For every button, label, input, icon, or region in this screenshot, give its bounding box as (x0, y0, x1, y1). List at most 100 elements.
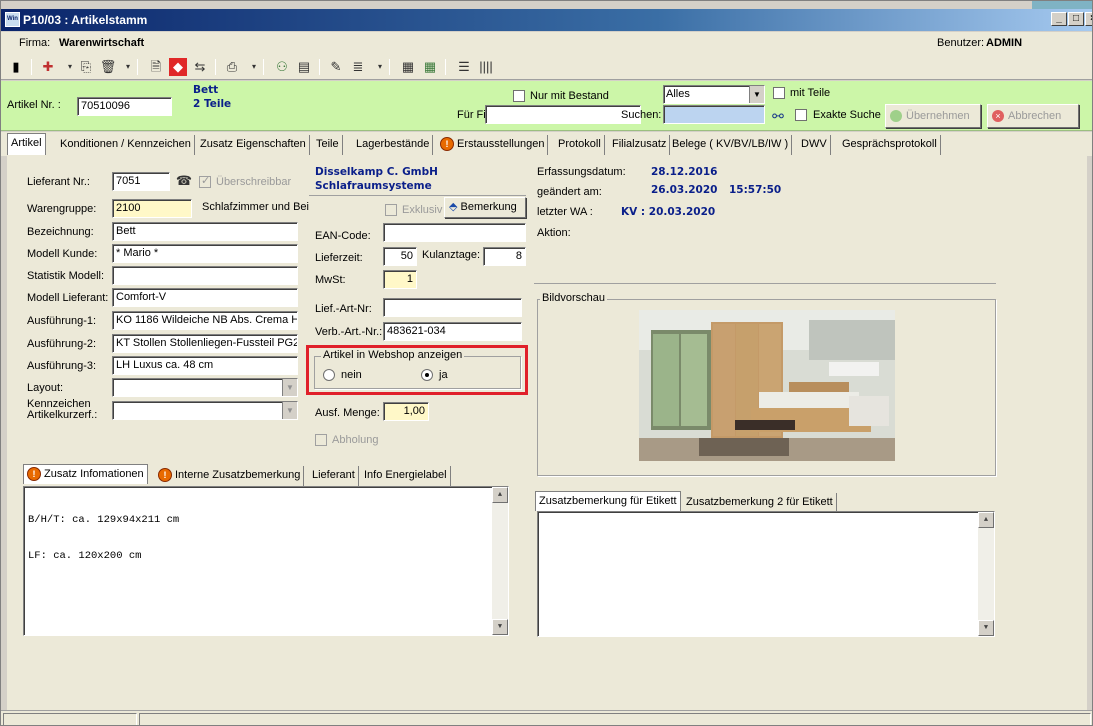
barcode-icon[interactable]: |||| (477, 58, 495, 76)
scroll-up-icon[interactable]: ▲ (492, 487, 508, 503)
scroll-up-icon[interactable]: ▲ (978, 512, 994, 528)
tab-belege[interactable]: Belege ( KV/BV/LB/IW ) (669, 135, 793, 155)
exclusive-checkbox[interactable] (385, 204, 397, 216)
tab-lagerbestaende[interactable]: Lagerbestände (353, 135, 434, 155)
close-button[interactable]: × (1085, 12, 1092, 26)
label-remark-textarea[interactable]: ▲ ▼ (537, 511, 995, 637)
chevron-down-icon[interactable]: ▼ (282, 402, 297, 419)
print-dropdown-icon[interactable]: ▾ (245, 58, 263, 76)
binoculars-icon[interactable]: ⚯ (769, 107, 787, 125)
maximize-button[interactable]: □ (1068, 12, 1084, 26)
supplier-name-2: Schlafraumsysteme (315, 180, 432, 192)
phone-icon[interactable]: ☎ (175, 172, 193, 190)
exit-icon[interactable]: ▮ (7, 58, 25, 76)
tab-artikel[interactable]: Artikel (7, 133, 46, 156)
edit-icon[interactable]: ✎ (327, 58, 345, 76)
tab-label-remark[interactable]: Zusatzbemerkung für Etikett (535, 491, 681, 511)
with-parts-label: mit Teile (790, 87, 831, 99)
car-icon[interactable]: ⇆ (191, 58, 209, 76)
scrollbar[interactable]: ▲ ▼ (978, 512, 994, 636)
vat-label: MwSt: (315, 274, 346, 286)
scroll-down-icon[interactable]: ▼ (978, 620, 994, 636)
users-icon[interactable]: ⚇ (273, 58, 291, 76)
ean-input[interactable] (383, 223, 526, 242)
overwrite-checkbox[interactable]: ✓ (199, 175, 211, 188)
copy-icon[interactable]: ⎘ (77, 58, 95, 76)
tab-konditionen[interactable]: Konditionen / Kennzeichen (57, 135, 195, 155)
filter-select[interactable]: Alles ▼ (663, 85, 765, 104)
new-icon[interactable]: ✚ (39, 58, 57, 76)
cancel-button[interactable]: × Abbrechen (987, 104, 1079, 128)
print-icon[interactable]: ⎙ (223, 58, 241, 76)
list-dropdown-icon[interactable]: ▾ (371, 58, 389, 76)
tab-label-remark-2[interactable]: Zusatzbemerkung 2 für Etikett (683, 493, 837, 513)
supplier-article-input[interactable] (383, 298, 522, 317)
chevron-down-icon[interactable]: ▼ (282, 379, 297, 396)
tab-dwv[interactable]: DWV (798, 135, 831, 155)
tab-protokoll[interactable]: Protokoll (555, 135, 605, 155)
product-group-label: Warengruppe: (27, 203, 97, 215)
calc-icon[interactable]: ▦ (399, 58, 417, 76)
scroll-down-icon[interactable]: ▼ (492, 619, 508, 635)
search-label: Suchen: (621, 109, 662, 121)
tab-supplier[interactable]: Lieferant (309, 466, 359, 486)
quantity-label: Ausf. Menge: (315, 407, 380, 419)
variant1-input[interactable]: KO 1186 Wildeiche NB Abs. Crema H (112, 311, 298, 330)
variant3-input[interactable]: LH Luxus ca. 48 cm (112, 356, 298, 375)
stat-model-input[interactable] (112, 266, 298, 285)
tab-filialzusatz[interactable]: Filialzusatz (609, 135, 671, 155)
apply-button[interactable]: Übernehmen (885, 104, 981, 128)
tree-icon[interactable]: ☰ (455, 58, 473, 76)
tag-icon[interactable]: ◆ (169, 58, 187, 76)
with-parts-checkbox[interactable] (773, 87, 785, 99)
delete-dropdown-icon[interactable]: ▾ (119, 58, 137, 76)
additional-info-textarea[interactable]: B/H/T: ca. 129x94x211 cm LF: ca. 120x200… (23, 486, 509, 636)
delete-icon[interactable]: 🗑 (99, 58, 117, 76)
supplier-number-input[interactable]: 7051 (112, 172, 170, 191)
pickup-checkbox[interactable] (315, 434, 327, 446)
status-cell-2 (139, 713, 1091, 725)
description-label: Bezeichnung: (27, 226, 94, 238)
tab-teile[interactable]: Teile (313, 135, 343, 155)
article-number-input[interactable]: 70510096 (77, 97, 172, 116)
layout-select[interactable]: ▼ (112, 378, 298, 397)
tab-energy-label[interactable]: Info Energielabel (361, 466, 451, 486)
product-image (639, 310, 895, 461)
clipboard-icon[interactable]: ▤ (295, 58, 313, 76)
doc-icon[interactable]: 🗎 (147, 58, 165, 76)
variant3-label: Ausführung-3: (27, 360, 97, 372)
stat-model-label: Statistik Modell: (27, 270, 105, 282)
scrollbar[interactable]: ▲ ▼ (492, 487, 508, 635)
product-group-input[interactable]: 2100 (112, 199, 192, 218)
minimize-button[interactable]: _ (1051, 12, 1067, 26)
supplier-number-label: Lieferant Nr.: (27, 176, 90, 188)
goodwill-days-input[interactable]: 8 (483, 247, 526, 266)
model-customer-input[interactable]: * Mario * (112, 244, 298, 263)
tab-internal-remark[interactable]: ! Interne Zusatzbemerkung (155, 466, 305, 486)
search-bar: Artikel Nr. : 70510096 Bett 2 Teile Nur … (1, 81, 1092, 131)
description-input[interactable]: Bett (112, 222, 298, 241)
chevron-down-icon[interactable]: ▼ (749, 86, 764, 103)
status-cell-1 (3, 713, 137, 725)
list-icon[interactable]: ≣ (349, 58, 367, 76)
main-tabs: Artikel Konditionen / Kennzeichen Zusatz… (1, 132, 1092, 156)
table-icon[interactable]: ▦ (421, 58, 439, 76)
delivery-time-input[interactable]: 50 (383, 247, 417, 266)
quantity-input[interactable]: 1,00 (383, 402, 429, 421)
highlight-box (306, 345, 528, 395)
vat-input[interactable]: 1 (383, 270, 417, 289)
search-input[interactable] (663, 105, 765, 124)
sales-article-input[interactable]: 483621-034 (383, 322, 522, 341)
branch-input[interactable] (485, 105, 641, 124)
model-supplier-input[interactable]: Comfort-V (112, 288, 298, 307)
shortcode-select[interactable]: ▼ (112, 401, 298, 420)
tab-zusatz-eigenschaften[interactable]: Zusatz Eigenschaften (197, 135, 310, 155)
tab-erstausstellungen[interactable]: ! Erstausstellungen (437, 135, 549, 155)
exact-search-checkbox[interactable] (795, 109, 807, 121)
article-desc-line2: 2 Teile (193, 98, 232, 110)
remark-button[interactable]: ⬘ Bemerkung (444, 197, 526, 218)
tab-additional-info[interactable]: ! Zusatz Infomationen (23, 464, 148, 484)
variant2-input[interactable]: KT Stollen Stollenliegen-Fussteil PG2 (112, 334, 298, 353)
tab-gespraechsprotokoll[interactable]: Gesprächsprotokoll (839, 135, 941, 155)
stock-only-checkbox[interactable] (513, 90, 525, 102)
